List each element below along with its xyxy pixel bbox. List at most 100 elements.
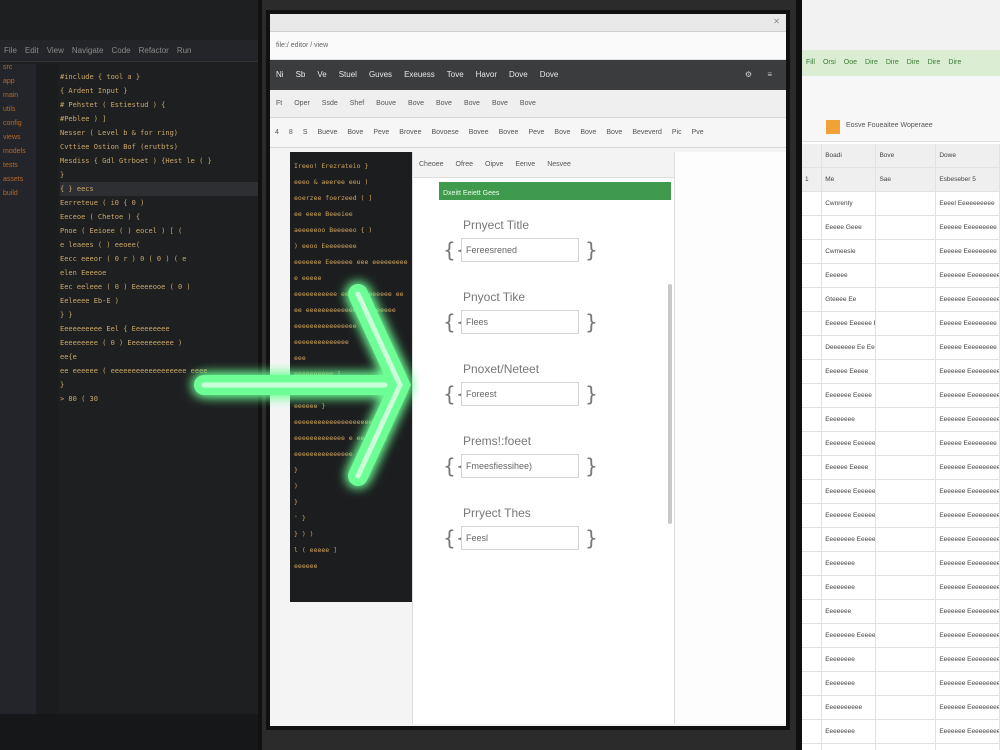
toolbar-button[interactable]: Bove xyxy=(492,90,508,118)
table-cell[interactable]: Eeeeeee Eeeeeeeee xyxy=(936,576,1000,599)
table-cell[interactable]: Cwnrenty xyxy=(822,192,877,215)
table-cell[interactable]: Eeeeeeee xyxy=(822,552,877,575)
table-cell[interactable] xyxy=(876,744,937,750)
table-cell[interactable] xyxy=(876,528,937,551)
table-cell[interactable] xyxy=(802,384,823,407)
table-cell[interactable]: Eeeeeee Eeeeeeeee xyxy=(936,720,1000,743)
table-cell[interactable]: Eeeeeee Eeeeeeeee xyxy=(936,264,1000,287)
ribbon-tab[interactable]: Ooe xyxy=(844,50,857,76)
toolbar-button[interactable]: Bovoese xyxy=(431,118,458,148)
table-cell[interactable]: Eeeeee Eeeeeeeee xyxy=(936,216,1000,239)
table-cell[interactable]: Deeeeeee Ee Eeeeeeeee xyxy=(822,336,877,359)
table-cell[interactable]: Eeeel Eeeeeeeeee xyxy=(936,192,1000,215)
toolbar-button[interactable]: Brovee xyxy=(399,118,421,148)
table-cell[interactable]: Me xyxy=(822,168,877,191)
table-cell[interactable]: Eeeeee Eeeeeeeee xyxy=(936,336,1000,359)
toolbar-button[interactable]: Bove xyxy=(408,90,424,118)
menu-item[interactable]: Stuel xyxy=(339,60,357,90)
sidebar-file-item[interactable]: app xyxy=(0,78,36,92)
panel-tab[interactable]: Eenve xyxy=(515,152,535,178)
table-cell[interactable] xyxy=(876,432,937,455)
sidebar-file-item[interactable]: models xyxy=(0,148,36,162)
table-cell[interactable] xyxy=(802,576,823,599)
menu-item[interactable]: Havor xyxy=(476,60,497,90)
sidebar-file-item[interactable]: utils xyxy=(0,106,36,120)
table-cell[interactable] xyxy=(876,216,937,239)
table-cell[interactable]: Eeeeeee Eeeeeeeee xyxy=(936,288,1000,311)
table-cell[interactable] xyxy=(802,480,823,503)
menu-item[interactable]: Ve xyxy=(317,60,326,90)
left-menu-item[interactable]: Run xyxy=(177,46,192,55)
toolbar-button[interactable]: Peve xyxy=(373,118,389,148)
menu-icon[interactable]: ≡ xyxy=(767,60,772,90)
sidebar-file-item[interactable]: tests xyxy=(0,162,36,176)
table-cell[interactable] xyxy=(802,696,823,719)
table-cell[interactable] xyxy=(876,264,937,287)
sidebar-file-item[interactable]: config xyxy=(0,120,36,134)
table-cell[interactable] xyxy=(876,720,937,743)
ribbon-tab[interactable]: Dire xyxy=(886,50,899,76)
panel-tab[interactable]: Cheoee xyxy=(419,152,444,178)
table-cell[interactable]: Eeeeeee Eeeeeeeee xyxy=(936,648,1000,671)
table-cell[interactable]: Eeeeeee Eeeeeeeee xyxy=(936,528,1000,551)
folder-icon[interactable] xyxy=(826,120,840,134)
table-cell[interactable]: Eeeeeee Eeeeeeeee xyxy=(936,360,1000,383)
table-cell[interactable] xyxy=(876,648,937,671)
table-cell[interactable] xyxy=(876,456,937,479)
menu-item[interactable]: Guves xyxy=(369,60,392,90)
table-cell[interactable]: Eeeeeee Eeeeeeeee xyxy=(936,672,1000,695)
ribbon-tab[interactable]: Fill xyxy=(806,50,815,76)
table-cell[interactable]: Cwmeesle xyxy=(822,240,877,263)
table-cell[interactable]: Eeeeeeee xyxy=(822,408,877,431)
table-cell[interactable]: Eeeeeee Eeeeeeeee xyxy=(936,456,1000,479)
toolbar-button[interactable]: Bove xyxy=(520,90,536,118)
table-cell[interactable] xyxy=(802,336,823,359)
panel-tab[interactable]: Ofree xyxy=(456,152,474,178)
table-cell[interactable] xyxy=(802,432,823,455)
toolbar-button[interactable]: Bovee xyxy=(469,118,489,148)
left-menu-item[interactable]: View xyxy=(47,46,64,55)
table-cell[interactable]: Eeeeeee Eeeeeeee xyxy=(822,504,877,527)
table-cell[interactable] xyxy=(876,192,937,215)
sheet-grid[interactable]: Boadi Bove Dowe 1 Me Sae Esbeseber 5 Cwnrenty Ee… xyxy=(802,144,1000,750)
table-cell[interactable]: Eeeeee Eeeeee Eeee xyxy=(822,312,877,335)
table-cell[interactable]: Eeeeee Eeeee xyxy=(822,456,877,479)
table-cell[interactable]: Sae xyxy=(876,168,937,191)
table-cell[interactable] xyxy=(876,360,937,383)
panel-scrollbar[interactable] xyxy=(668,284,672,524)
toolbar-button[interactable]: Bovee xyxy=(499,118,519,148)
table-cell[interactable]: Eeeeeee Eeeeeeeee xyxy=(936,744,1000,750)
table-cell[interactable]: Eeeeeeee Eeeeee xyxy=(822,528,877,551)
gear-icon[interactable]: ⚙ xyxy=(745,60,752,90)
table-cell[interactable] xyxy=(802,312,823,335)
toolbar-button[interactable]: Bueve xyxy=(317,118,337,148)
table-cell[interactable] xyxy=(802,240,823,263)
table-cell[interactable] xyxy=(802,504,823,527)
table-cell[interactable]: Eeeeeee Eeeeeeeee xyxy=(936,552,1000,575)
menu-item[interactable]: Dove xyxy=(540,60,559,90)
ribbon-tab[interactable]: Dire xyxy=(907,50,920,76)
table-cell[interactable] xyxy=(876,672,937,695)
toolbar-button[interactable]: Ssde xyxy=(322,90,338,118)
menu-item[interactable]: Exeuess xyxy=(404,60,435,90)
left-file-sidebar[interactable]: src app main utils config views models tests ass… xyxy=(0,64,36,714)
table-cell[interactable] xyxy=(876,504,937,527)
field-input[interactable]: Fmeesfiessihee) xyxy=(461,454,579,478)
table-cell[interactable]: Eeeeeee Eeeeeeeee xyxy=(936,504,1000,527)
toolbar-button[interactable]: Pve xyxy=(692,118,704,148)
left-menu-item[interactable]: Edit xyxy=(25,46,39,55)
toolbar-button[interactable]: Bove xyxy=(464,90,480,118)
toolbar-button[interactable]: Ft xyxy=(276,90,282,118)
table-cell[interactable]: Gteeee Ee xyxy=(822,288,877,311)
menu-item[interactable]: Ni xyxy=(276,60,284,90)
left-menu-item[interactable]: Navigate xyxy=(72,46,104,55)
sidebar-file-item[interactable]: views xyxy=(0,134,36,148)
toolbar-button[interactable]: Bove xyxy=(580,118,596,148)
table-cell[interactable] xyxy=(802,528,823,551)
address-bar[interactable]: file:/ editor / view xyxy=(270,32,786,60)
table-cell[interactable] xyxy=(876,552,937,575)
table-cell[interactable]: Eeeeee Eeeeeeeee xyxy=(936,312,1000,335)
table-cell[interactable] xyxy=(876,240,937,263)
table-cell[interactable]: Eeeeeee Eeeee xyxy=(822,384,877,407)
toolbar-button[interactable]: Bove xyxy=(347,118,363,148)
